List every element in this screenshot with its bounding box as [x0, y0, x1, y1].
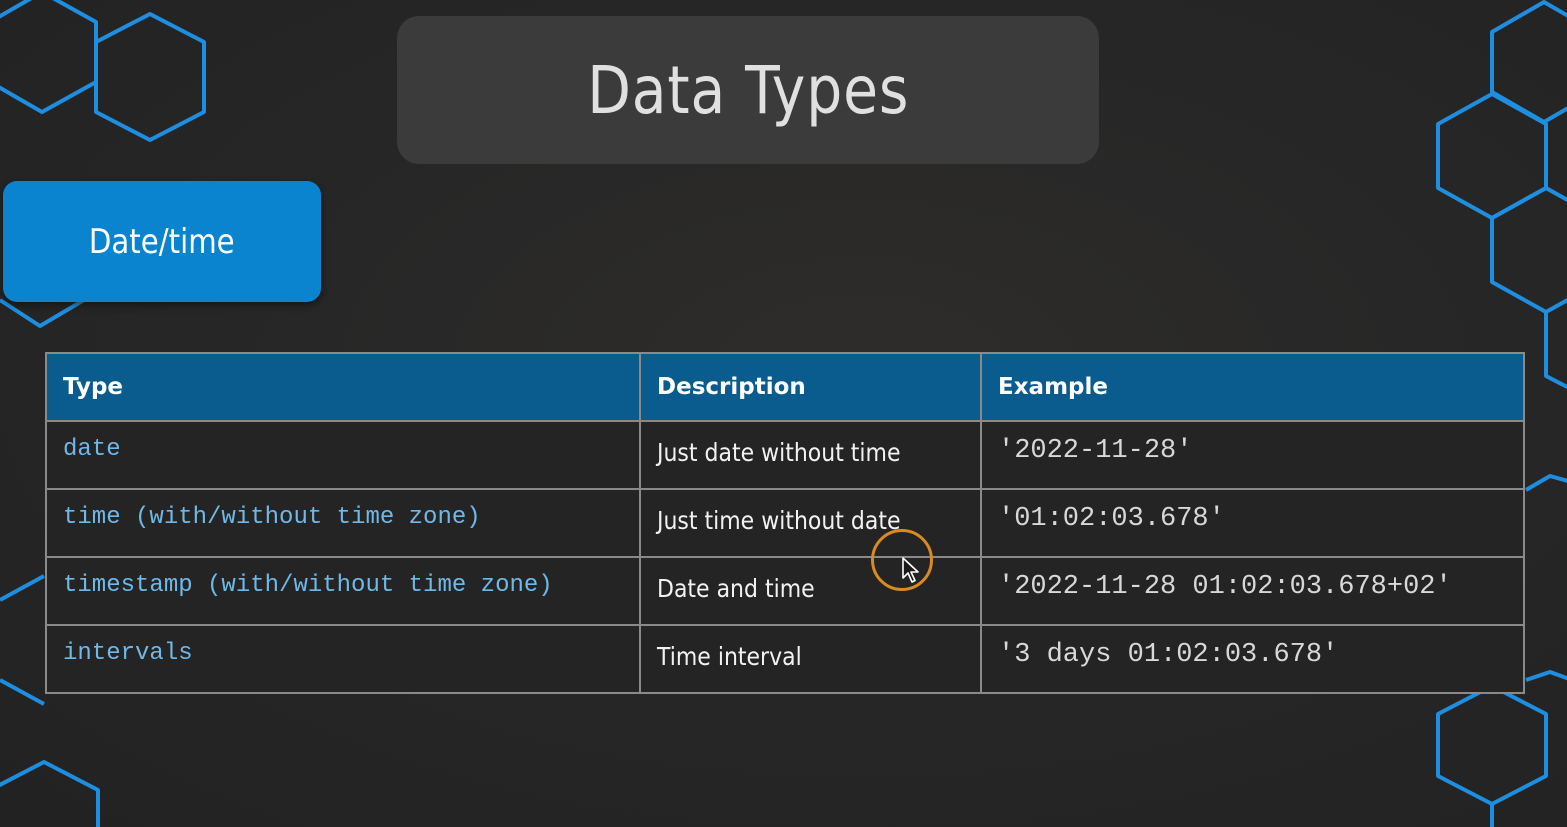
- type-cell: date: [45, 420, 641, 490]
- example-cell: '3 days 01:02:03.678': [980, 624, 1525, 694]
- type-cell: intervals: [45, 624, 641, 694]
- presentation-slide: Data Types Date/time Type Description Ex…: [0, 0, 1567, 827]
- category-label: Date/time: [89, 221, 235, 262]
- example-cell: '01:02:03.678': [980, 488, 1525, 558]
- table-row: intervals Time interval '3 days 01:02:03…: [45, 624, 1525, 694]
- header-description: Description: [639, 352, 982, 422]
- description-text: Date and time: [657, 574, 815, 603]
- type-cell: time (with/without time zone): [45, 488, 641, 558]
- type-cell: timestamp (with/without time zone): [45, 556, 641, 626]
- title-panel: Data Types: [397, 16, 1099, 164]
- table-header-row: Type Description Example: [45, 352, 1525, 422]
- data-types-table: Type Description Example date Just date …: [45, 352, 1525, 694]
- table-row: timestamp (with/without time zone) Date …: [45, 556, 1525, 626]
- slide-title: Data Types: [586, 51, 910, 129]
- table-row: date Just date without time '2022-11-28': [45, 420, 1525, 490]
- mouse-pointer-icon: [902, 557, 919, 583]
- header-example: Example: [980, 352, 1525, 422]
- description-text: Time interval: [657, 642, 802, 671]
- description-text: Just date without time: [657, 438, 901, 467]
- description-cell: Time interval: [639, 624, 982, 694]
- example-cell: '2022-11-28 01:02:03.678+02': [980, 556, 1525, 626]
- description-text: Just time without date: [657, 506, 901, 535]
- example-cell: '2022-11-28': [980, 420, 1525, 490]
- table-row: time (with/without time zone) Just time …: [45, 488, 1525, 558]
- description-cell: Just date without time: [639, 420, 982, 490]
- category-badge: Date/time: [3, 181, 321, 302]
- header-type: Type: [45, 352, 641, 422]
